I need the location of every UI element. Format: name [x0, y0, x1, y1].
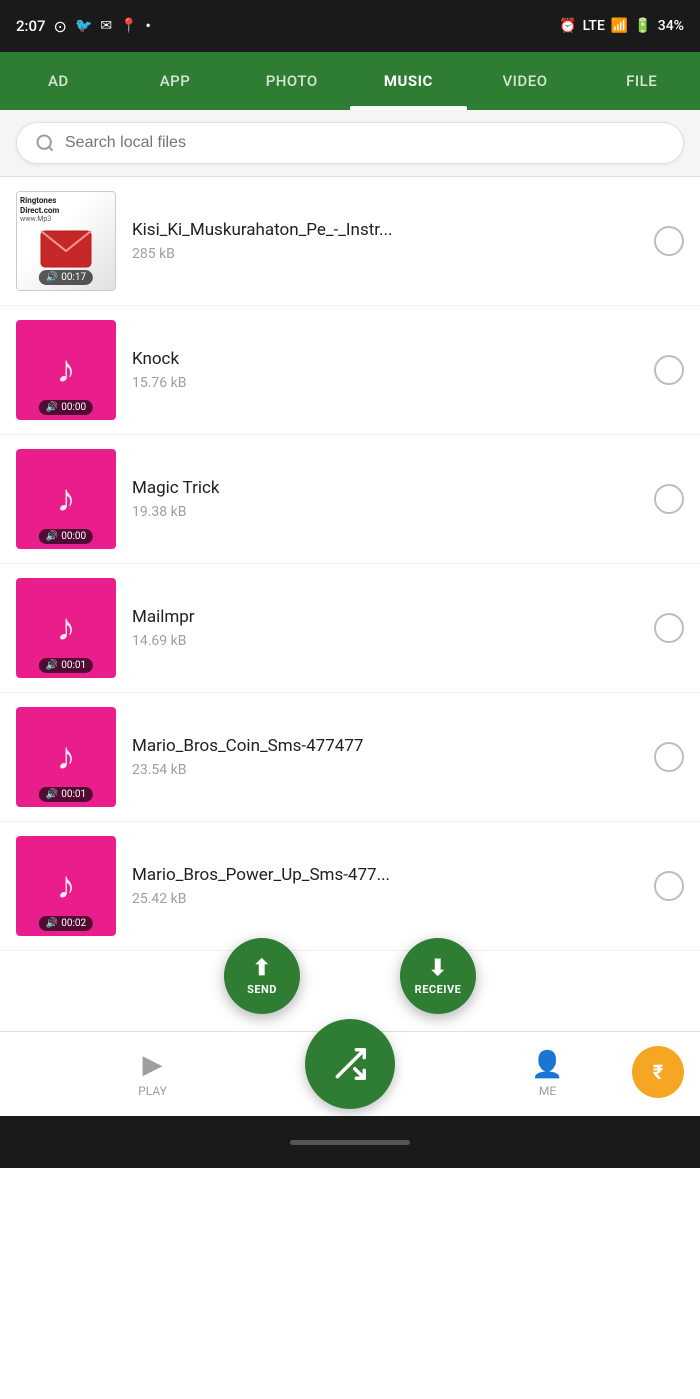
list-item[interactable]: ♪ 🔊00:00 Knock 15.76 kB: [0, 306, 700, 435]
battery-percent: 34%: [658, 18, 684, 34]
music-note-icon: ♪: [57, 735, 76, 779]
bottom-nav: ▶ PLAY 👤 ME ₹: [0, 1031, 700, 1116]
search-bar: [0, 110, 700, 177]
file-info: Magic Trick 19.38 kB: [132, 478, 638, 520]
time: 2:07: [16, 17, 46, 35]
status-right: ⏰ LTE 📶 🔋 34%: [559, 18, 684, 34]
home-indicator[interactable]: [290, 1140, 410, 1145]
coin-button[interactable]: ₹: [632, 1046, 684, 1098]
signal-icon: 📶: [611, 18, 628, 34]
thumbnail-magenta: ♪ 🔊00:00: [16, 320, 116, 420]
file-name: Mailmpr: [132, 607, 638, 627]
tab-video[interactable]: VIDEO: [467, 52, 584, 110]
search-input[interactable]: [65, 134, 665, 152]
file-size: 285 kB: [132, 246, 638, 262]
radio-select[interactable]: [654, 871, 684, 901]
thumb-timer: 🔊00:00: [39, 529, 93, 544]
thumbnail-magenta: ♪ 🔊00:01: [16, 707, 116, 807]
nav-tabs: AD APP PHOTO MUSIC VIDEO FILE: [0, 52, 700, 110]
file-size: 19.38 kB: [132, 504, 638, 520]
file-name: Kisi_Ki_Muskurahaton_Pe_-_Instr...: [132, 220, 638, 240]
thumb-timer: 🔊00:01: [39, 658, 93, 673]
tab-photo[interactable]: PHOTO: [233, 52, 350, 110]
nav-shuffle-button[interactable]: [305, 1019, 395, 1109]
radio-select[interactable]: [654, 226, 684, 256]
me-icon: 👤: [531, 1050, 563, 1080]
mail-icon: ✉: [100, 18, 112, 34]
file-name: Knock: [132, 349, 638, 369]
radio-select[interactable]: [654, 613, 684, 643]
thumbnail-magenta: ♪ 🔊00:02: [16, 836, 116, 936]
thumb-timer: 🔊00:17: [39, 270, 93, 285]
play-icon: ▶: [143, 1050, 163, 1080]
file-size: 14.69 kB: [132, 633, 638, 649]
receive-button[interactable]: ⬇ RECEIVE: [400, 938, 476, 1014]
bottom-bar: [0, 1116, 700, 1168]
maps-icon: 📍: [120, 18, 137, 34]
me-label: ME: [539, 1084, 556, 1098]
lte-label: LTE: [583, 18, 605, 34]
file-info: Knock 15.76 kB: [132, 349, 638, 391]
thumbnail-magenta: ♪ 🔊00:00: [16, 449, 116, 549]
shuffle-icon: [331, 1045, 369, 1083]
radio-select[interactable]: [654, 742, 684, 772]
list-item[interactable]: ♪ 🔊00:01 Mailmpr 14.69 kB: [0, 564, 700, 693]
radio-select[interactable]: [654, 484, 684, 514]
file-info: Kisi_Ki_Muskurahaton_Pe_-_Instr... 285 k…: [132, 220, 638, 262]
music-note-icon: ♪: [57, 606, 76, 650]
status-left: 2:07 ⊙ 🐦 ✉ 📍 •: [16, 17, 151, 36]
radio-select[interactable]: [654, 355, 684, 385]
list-item[interactable]: ♪ 🔊00:02 Mario_Bros_Power_Up_Sms-477... …: [0, 822, 700, 951]
list-item[interactable]: ♪ 🔊00:00 Magic Trick 19.38 kB: [0, 435, 700, 564]
send-button[interactable]: ⬆ SEND: [224, 938, 300, 1014]
play-label: PLAY: [138, 1084, 167, 1098]
file-info: Mailmpr 14.69 kB: [132, 607, 638, 649]
coin-icon: ₹: [653, 1060, 664, 1084]
file-name: Mario_Bros_Coin_Sms-477477: [132, 736, 638, 756]
dot-indicator: •: [146, 17, 151, 35]
thumb-timer: 🔊00:02: [39, 916, 93, 931]
tab-app[interactable]: APP: [117, 52, 234, 110]
file-name: Magic Trick: [132, 478, 638, 498]
tab-file[interactable]: FILE: [583, 52, 700, 110]
chrome-icon: ⊙: [54, 17, 67, 36]
thumb-timer: 🔊00:01: [39, 787, 93, 802]
music-note-icon: ♪: [57, 864, 76, 908]
thumbnail-magenta: ♪ 🔊00:01: [16, 578, 116, 678]
file-list: RingtonesDirect.com www.Mp3 🔊00:17 Kisi_: [0, 177, 700, 951]
file-size: 25.42 kB: [132, 891, 638, 907]
nav-play[interactable]: ▶ PLAY: [0, 1050, 305, 1098]
file-name: Mario_Bros_Power_Up_Sms-477...: [132, 865, 638, 885]
twitter-icon: 🐦: [75, 18, 92, 34]
file-info: Mario_Bros_Coin_Sms-477477 23.54 kB: [132, 736, 638, 778]
tab-ad[interactable]: AD: [0, 52, 117, 110]
thumbnail-ringtones: RingtonesDirect.com www.Mp3 🔊00:17: [16, 191, 116, 291]
file-info: Mario_Bros_Power_Up_Sms-477... 25.42 kB: [132, 865, 638, 907]
search-input-wrap[interactable]: [16, 122, 684, 164]
send-icon: ⬆: [253, 956, 272, 981]
alarm-icon: ⏰: [559, 18, 576, 34]
battery-icon: 🔋: [634, 18, 651, 34]
list-item[interactable]: RingtonesDirect.com www.Mp3 🔊00:17 Kisi_: [0, 177, 700, 306]
envelope-icon: [39, 229, 93, 269]
receive-icon: ⬇: [429, 956, 448, 981]
status-bar: 2:07 ⊙ 🐦 ✉ 📍 • ⏰ LTE 📶 🔋 34%: [0, 0, 700, 52]
thumb-timer: 🔊00:00: [39, 400, 93, 415]
file-size: 23.54 kB: [132, 762, 638, 778]
music-note-icon: ♪: [57, 477, 76, 521]
list-item[interactable]: ♪ 🔊00:01 Mario_Bros_Coin_Sms-477477 23.5…: [0, 693, 700, 822]
search-icon: [35, 133, 55, 153]
tab-music[interactable]: MUSIC: [350, 52, 467, 110]
music-note-icon: ♪: [57, 348, 76, 392]
file-size: 15.76 kB: [132, 375, 638, 391]
